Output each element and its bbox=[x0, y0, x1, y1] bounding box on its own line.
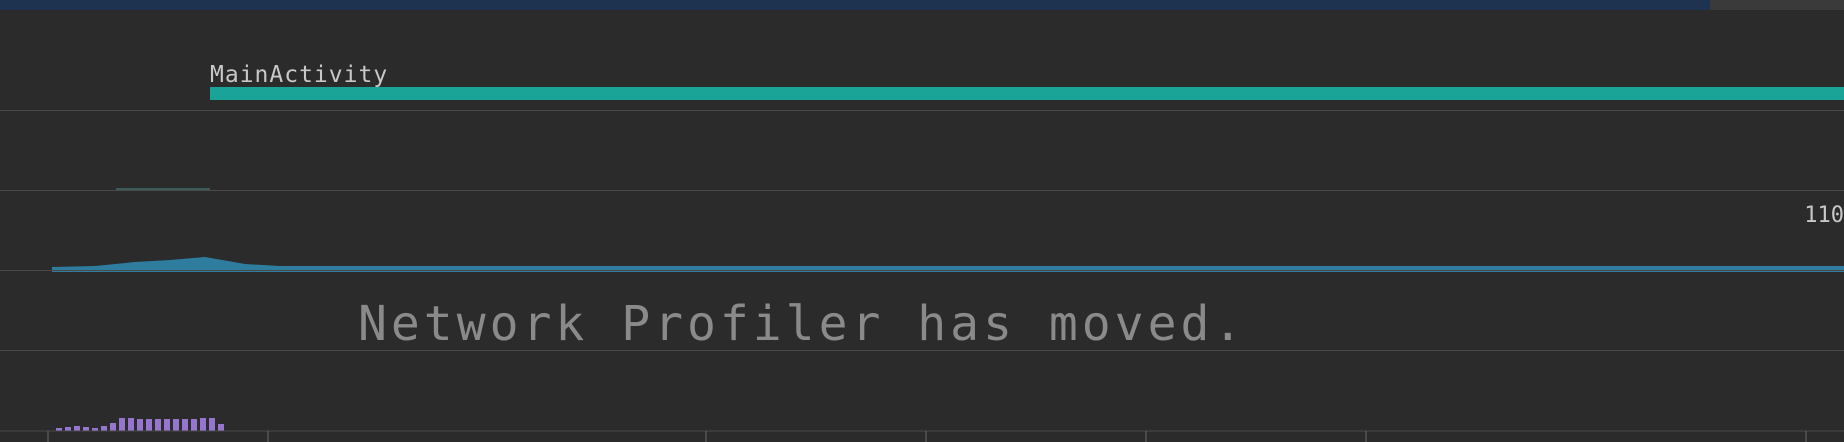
network-bar bbox=[137, 419, 143, 431]
network-bar bbox=[83, 427, 89, 431]
network-bar bbox=[155, 419, 161, 431]
network-bar bbox=[146, 419, 152, 431]
network-bar bbox=[110, 423, 116, 431]
network-bar bbox=[101, 426, 107, 431]
network-bar bbox=[209, 418, 215, 431]
network-bar bbox=[74, 426, 80, 431]
network-bar bbox=[182, 419, 188, 431]
network-bar bbox=[119, 418, 125, 431]
network-bar bbox=[164, 419, 170, 431]
network-bar bbox=[200, 418, 206, 431]
network-bar bbox=[218, 424, 224, 431]
network-bars-chart bbox=[0, 418, 1844, 442]
network-bar bbox=[65, 427, 71, 431]
network-bar bbox=[128, 418, 134, 431]
network-bar bbox=[191, 419, 197, 431]
network-bar bbox=[173, 419, 179, 431]
